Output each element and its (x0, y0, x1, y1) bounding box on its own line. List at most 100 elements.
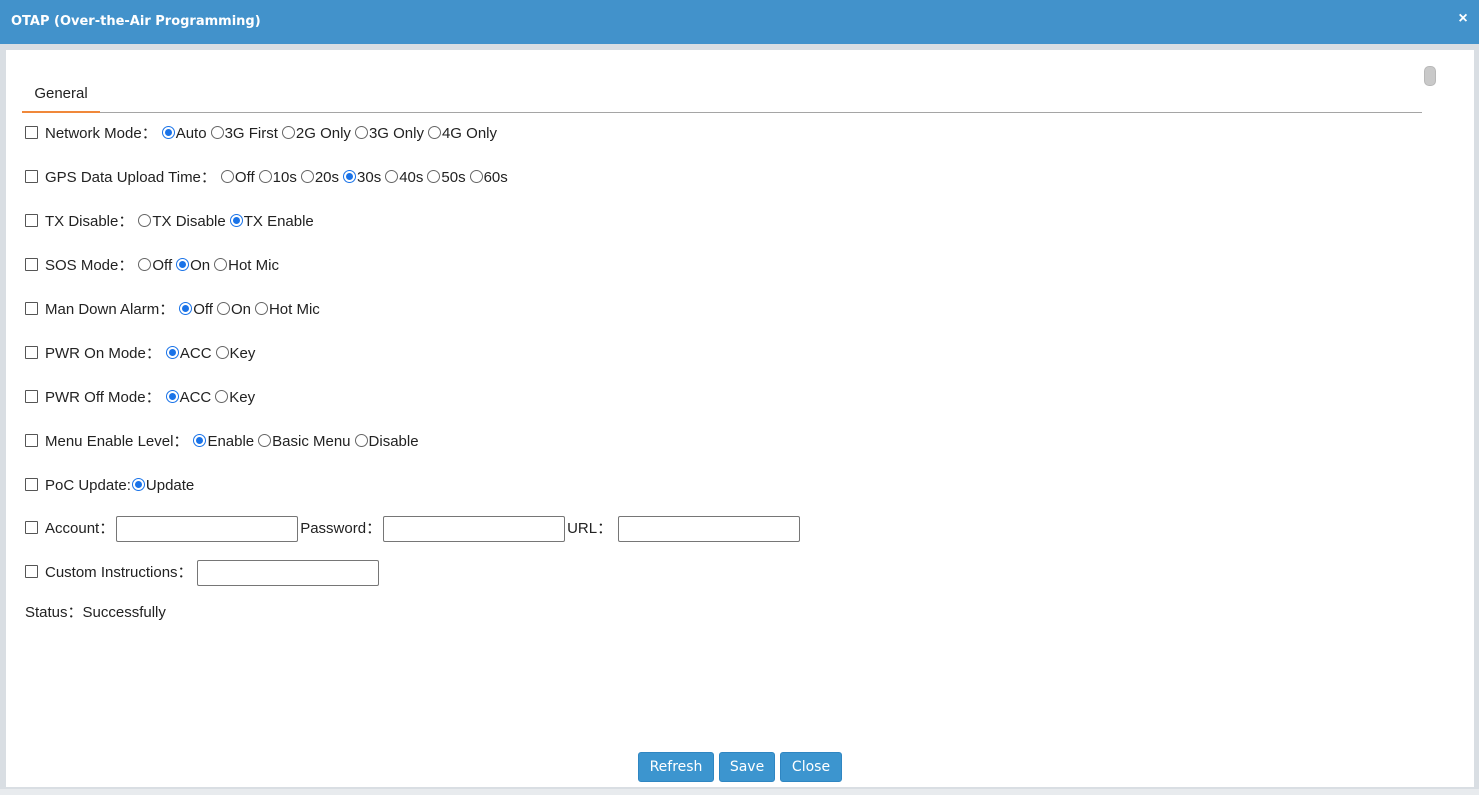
menu-option-enable: Enable (207, 433, 255, 450)
pwr-on-option-acc: ACC (179, 345, 212, 362)
gps-option-60s: 60s (483, 169, 508, 186)
network-mode-option-4g-only: 4G Only (441, 125, 497, 142)
pwr-on-radio-key[interactable] (215, 345, 229, 359)
menu-radio-disable[interactable] (354, 433, 368, 447)
gps-radio-40s[interactable] (385, 169, 399, 183)
pwr-off-checkbox[interactable] (25, 389, 38, 403)
pwr-off-radio-acc[interactable] (165, 389, 179, 403)
tx-radio-enable[interactable] (229, 213, 243, 227)
man-down-option-off: Off (193, 301, 213, 318)
menu-radio-basic[interactable] (258, 433, 272, 447)
dialog-titlebar: OTAP (Over-the-Air Programming) × (0, 0, 1479, 44)
poc-update-label: PoC Update: (45, 477, 131, 494)
dialog-body: General (6, 50, 1474, 787)
network-mode-radio-4g-only[interactable] (427, 125, 441, 139)
gps-radio-20s[interactable] (300, 169, 314, 183)
network-mode-label: Network Mode： (45, 125, 157, 142)
man-down-radio-off[interactable] (179, 301, 193, 315)
menu-level-label: Menu Enable Level： (45, 433, 189, 450)
pwr-on-label: PWR On Mode： (45, 345, 161, 362)
man-down-radio-on[interactable] (216, 301, 230, 315)
pwr-off-row: PWR Off Mode： ACC Key (25, 386, 258, 410)
url-input[interactable] (618, 516, 801, 542)
gps-upload-row: GPS Data Upload Time： Off 10s 20s 30s 40… (25, 166, 511, 190)
pwr-off-option-acc: ACC (179, 389, 212, 406)
network-mode-radio-3g-first[interactable] (210, 125, 224, 139)
network-mode-radio-2g-only[interactable] (281, 125, 295, 139)
account-checkbox[interactable] (25, 520, 38, 534)
sos-radio-hot-mic[interactable] (214, 257, 228, 271)
gps-radio-off[interactable] (220, 169, 234, 183)
refresh-button[interactable]: Refresh (638, 752, 714, 782)
menu-level-checkbox[interactable] (25, 433, 38, 447)
password-input[interactable] (383, 516, 566, 542)
menu-radio-enable[interactable] (193, 433, 207, 447)
sos-option-off: Off (152, 257, 173, 274)
menu-option-basic: Basic Menu (272, 433, 351, 450)
save-button[interactable]: Save (719, 752, 775, 782)
network-mode-radio-auto[interactable] (161, 125, 175, 139)
custom-instructions-input[interactable] (196, 560, 379, 586)
pwr-on-option-key: Key (229, 345, 256, 362)
pwr-off-label: PWR Off Mode： (45, 389, 161, 406)
sos-mode-row: SOS Mode： Off On Hot Mic (25, 254, 282, 278)
account-row: Account： Password： URL： (25, 514, 802, 544)
custom-instructions-checkbox[interactable] (25, 564, 38, 578)
network-mode-row: Network Mode： Auto 3G First 2G Only 3G O… (25, 122, 500, 146)
gps-option-50s: 50s (441, 169, 466, 186)
poc-update-checkbox[interactable] (25, 477, 38, 491)
man-down-checkbox[interactable] (25, 301, 38, 315)
status-text: Status：Successfully (25, 604, 166, 621)
man-down-label: Man Down Alarm： (45, 301, 175, 318)
network-mode-option-2g-only: 2G Only (295, 125, 351, 142)
network-mode-checkbox[interactable] (25, 125, 38, 139)
tx-disable-checkbox[interactable] (25, 213, 38, 227)
man-down-option-on: On (230, 301, 251, 318)
gps-radio-60s[interactable] (469, 169, 483, 183)
pwr-on-row: PWR On Mode： ACC Key (25, 342, 258, 366)
man-down-option-hot-mic: Hot Mic (268, 301, 320, 318)
bottom-edge (0, 789, 1479, 795)
sos-option-on: On (190, 257, 211, 274)
tx-option-disable: TX Disable (152, 213, 226, 230)
poc-update-row: PoC Update: Update (25, 474, 197, 498)
account-input[interactable] (116, 516, 299, 542)
tab-bar: General (22, 85, 1422, 113)
tx-disable-row: TX Disable： TX Disable TX Enable (25, 210, 317, 234)
tx-disable-label: TX Disable： (45, 213, 134, 230)
gps-radio-10s[interactable] (258, 169, 272, 183)
sos-radio-off[interactable] (138, 257, 152, 271)
gps-upload-checkbox[interactable] (25, 169, 38, 183)
gps-option-10s: 10s (272, 169, 297, 186)
network-mode-option-3g-first: 3G First (224, 125, 278, 142)
pwr-on-checkbox[interactable] (25, 345, 38, 359)
gps-radio-30s[interactable] (343, 169, 357, 183)
poc-radio-update[interactable] (131, 477, 145, 491)
dialog-title: OTAP (Over-the-Air Programming) (11, 14, 261, 29)
tx-option-enable: TX Enable (243, 213, 314, 230)
gps-option-20s: 20s (314, 169, 340, 186)
sos-mode-label: SOS Mode： (45, 257, 134, 274)
network-mode-radio-3g-only[interactable] (354, 125, 368, 139)
network-mode-option-auto: Auto (175, 125, 207, 142)
sos-mode-checkbox[interactable] (25, 257, 38, 271)
man-down-radio-hot-mic[interactable] (254, 301, 268, 315)
gps-radio-50s[interactable] (427, 169, 441, 183)
gps-upload-label: GPS Data Upload Time： (45, 169, 216, 186)
url-label: URL： (567, 520, 613, 537)
pwr-on-radio-acc[interactable] (165, 345, 179, 359)
pwr-off-option-key: Key (229, 389, 256, 406)
gps-option-30s: 30s (357, 169, 382, 186)
poc-option-update: Update (145, 477, 195, 494)
close-button[interactable]: Close (780, 752, 842, 782)
tab-general[interactable]: General (22, 77, 100, 113)
custom-instructions-label: Custom Instructions： (45, 564, 193, 581)
menu-level-row: Menu Enable Level： Enable Basic Menu Dis… (25, 430, 422, 454)
close-icon[interactable]: × (1456, 10, 1470, 28)
account-label: Account： (45, 520, 115, 537)
pwr-off-radio-key[interactable] (215, 389, 229, 403)
menu-option-disable: Disable (368, 433, 419, 450)
tx-radio-disable[interactable] (138, 213, 152, 227)
scrollbar-thumb[interactable] (1424, 66, 1436, 86)
sos-radio-on[interactable] (176, 257, 190, 271)
